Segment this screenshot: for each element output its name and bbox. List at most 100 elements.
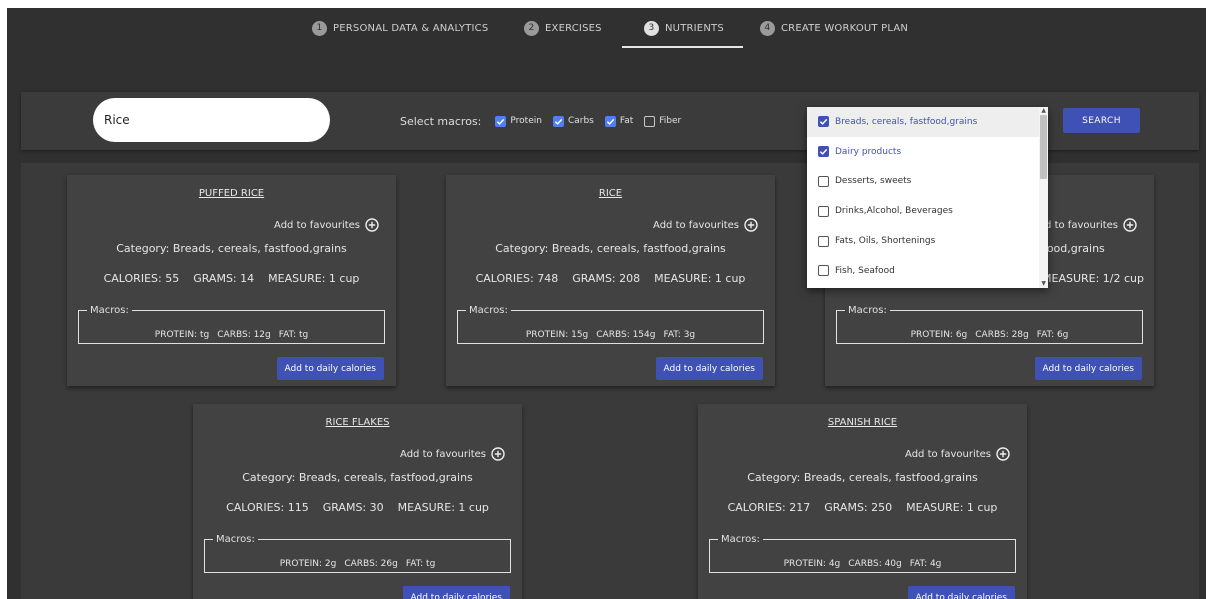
- add-to-favourites[interactable]: Add to favourites: [400, 447, 505, 461]
- plus-circle-icon: [491, 447, 505, 461]
- measure: MEASURE: 1 cup: [268, 272, 360, 285]
- food-stats: CALORIES: 115 GRAMS: 30 MEASURE: 1 cup: [193, 501, 522, 514]
- search-button[interactable]: SEARCH: [1063, 108, 1140, 133]
- macro-label: Fat: [619, 116, 634, 126]
- protein: PROTEIN: 6g: [910, 330, 968, 340]
- food-card: RICE Add to favourites Category: Breads,…: [446, 175, 775, 386]
- macro-values: PROTEIN: tg CARBS: 12g FAT: tg: [79, 330, 384, 340]
- food-title[interactable]: PUFFED RICE: [67, 188, 396, 199]
- step-personal-data[interactable]: 1 PERSONAL DATA & ANALYTICS: [312, 8, 488, 48]
- food-category: Category: Breads, cereals, fastfood,grai…: [242, 471, 473, 484]
- dropdown-option-drinks[interactable]: Drinks,Alcohol, Beverages: [807, 196, 1048, 226]
- dropdown-option-fats[interactable]: Fats, Oils, Shortenings: [807, 226, 1048, 256]
- macro-values: PROTEIN: 6g CARBS: 28g FAT: 6g: [837, 330, 1142, 340]
- food-title[interactable]: RICE FLAKES: [193, 417, 522, 428]
- checkbox-unchecked-icon: [818, 205, 829, 217]
- option-label: Fish, Seafood: [835, 265, 895, 276]
- step-create-workout-plan[interactable]: 4 CREATE WORKOUT PLAN: [760, 8, 908, 48]
- macro-checkbox-carbs[interactable]: Carbs: [552, 115, 594, 127]
- macros-legend: Macros:: [848, 305, 887, 316]
- food-card: SPANISH RICE Add to favourites Category:…: [698, 404, 1027, 599]
- plus-circle-icon: [996, 447, 1010, 461]
- food-category: Category: Breads, cereals, fastfood,grai…: [495, 242, 726, 255]
- add-to-daily-calories-button[interactable]: Add to daily calories: [402, 586, 510, 599]
- carbs: CARBS: 154g: [596, 330, 656, 340]
- macros-label: Select macros:: [400, 114, 482, 128]
- food-category: Category: Breads, cereals, fastfood,grai…: [747, 471, 978, 484]
- dropdown-option-breads[interactable]: Breads, cereals, fastfood,grains: [807, 107, 1048, 137]
- measure: MEASURE: 1 cup: [397, 501, 489, 514]
- measure: MEASURE: 1 cup: [906, 501, 998, 514]
- active-step-indicator: [622, 46, 743, 48]
- dropdown-scrollbar[interactable]: ▲ ▼: [1039, 107, 1048, 288]
- step-exercises[interactable]: 2 EXERCISES: [524, 8, 602, 48]
- measure: MEASURE: 1/2 cup: [1042, 272, 1144, 285]
- plus-circle-icon: [744, 218, 758, 232]
- checkbox-unchecked-icon: [818, 235, 829, 247]
- checkbox-unchecked-icon: [818, 265, 829, 277]
- grams: GRAMS: 208: [572, 272, 641, 285]
- macro-checkbox-fiber[interactable]: Fiber: [644, 115, 681, 127]
- dropdown-option-fish[interactable]: Fish, Seafood: [807, 256, 1048, 286]
- checkbox-checked-icon: [818, 116, 829, 128]
- dropdown-option-desserts[interactable]: Desserts, sweets: [807, 167, 1048, 197]
- scroll-up-arrow-icon[interactable]: ▲: [1041, 108, 1046, 114]
- carbs: CARBS: 26g: [344, 559, 398, 569]
- step-label: NUTRIENTS: [665, 22, 724, 34]
- macros-selector: Select macros: Protein Carbs Fat Fiber: [400, 92, 692, 150]
- macro-checkbox-protein[interactable]: Protein: [495, 115, 542, 127]
- add-to-daily-calories-button[interactable]: Add to daily calories: [655, 357, 763, 380]
- food-card: RICE FLAKES Add to favourites Category: …: [193, 404, 522, 599]
- app-window: 1 PERSONAL DATA & ANALYTICS 2 EXERCISES …: [7, 8, 1206, 599]
- step-nutrients[interactable]: 3 NUTRIENTS: [644, 8, 724, 48]
- carbs: CARBS: 12g: [217, 330, 271, 340]
- option-label: Dairy products: [835, 146, 902, 157]
- food-card: PUFFED RICE Add to favourites Category: …: [67, 175, 396, 386]
- food-title[interactable]: RICE: [446, 188, 775, 199]
- calories: CALORIES: 217: [727, 501, 811, 514]
- search-input[interactable]: [93, 98, 330, 142]
- category-dropdown-menu[interactable]: Breads, cereals, fastfood,grains Dairy p…: [807, 107, 1048, 288]
- option-label: Breads, cereals, fastfood,grains: [835, 116, 978, 127]
- add-to-daily-calories-button[interactable]: Add to daily calories: [276, 357, 384, 380]
- step-label: CREATE WORKOUT PLAN: [781, 22, 909, 34]
- option-label: Fats, Oils, Shortenings: [835, 236, 936, 247]
- add-to-daily-calories-button[interactable]: Add to daily calories: [907, 586, 1015, 599]
- plus-circle-icon: [365, 218, 379, 232]
- checkbox-unchecked-icon: [818, 175, 829, 187]
- add-to-favourites[interactable]: Add to favourites: [274, 218, 379, 232]
- step-number: 1: [312, 20, 327, 36]
- macro-checkbox-fat[interactable]: Fat: [604, 115, 634, 127]
- macro-values: PROTEIN: 4g CARBS: 40g FAT: 4g: [710, 559, 1015, 569]
- checkbox-unchecked-icon: [644, 115, 656, 127]
- macro-values: PROTEIN: 15g CARBS: 154g FAT: 3g: [458, 330, 763, 340]
- macros-box: Macros: PROTEIN: 6g CARBS: 28g FAT: 6g: [836, 305, 1143, 344]
- add-to-favourites[interactable]: Add to favourites: [905, 447, 1010, 461]
- step-number: 2: [524, 20, 539, 36]
- checkbox-checked-icon: [818, 146, 829, 158]
- scrollbar-thumb[interactable]: [1040, 115, 1047, 179]
- step-number: 3: [644, 20, 659, 36]
- stepper: 1 PERSONAL DATA & ANALYTICS 2 EXERCISES …: [7, 8, 1206, 48]
- option-label: Desserts, sweets: [835, 176, 912, 187]
- protein: PROTEIN: 15g: [525, 330, 589, 340]
- add-to-favourites[interactable]: Add to favourites: [653, 218, 758, 232]
- food-title[interactable]: SPANISH RICE: [698, 417, 1027, 428]
- plus-circle-icon: [1123, 218, 1137, 232]
- scroll-down-arrow-icon[interactable]: ▼: [1041, 281, 1046, 287]
- protein: PROTEIN: tg: [154, 330, 210, 340]
- food-category: Category: Breads, cereals, fastfood,grai…: [116, 242, 347, 255]
- fav-label: Add to favourites: [400, 448, 486, 460]
- carbs: CARBS: 28g: [975, 330, 1029, 340]
- step-number: 4: [760, 20, 775, 36]
- calories: CALORIES: 115: [226, 501, 309, 514]
- option-label: Drinks,Alcohol, Beverages: [835, 206, 953, 217]
- checkbox-checked-icon: [495, 115, 507, 127]
- add-to-daily-calories-button[interactable]: Add to daily calories: [1034, 357, 1142, 380]
- dropdown-option-dairy[interactable]: Dairy products: [807, 137, 1048, 167]
- calories: CALORIES: 748: [475, 272, 559, 285]
- protein: PROTEIN: 4g: [783, 559, 841, 569]
- carbs: CARBS: 40g: [848, 559, 902, 569]
- checkbox-checked-icon: [604, 115, 616, 127]
- macros-legend: Macros:: [216, 534, 255, 545]
